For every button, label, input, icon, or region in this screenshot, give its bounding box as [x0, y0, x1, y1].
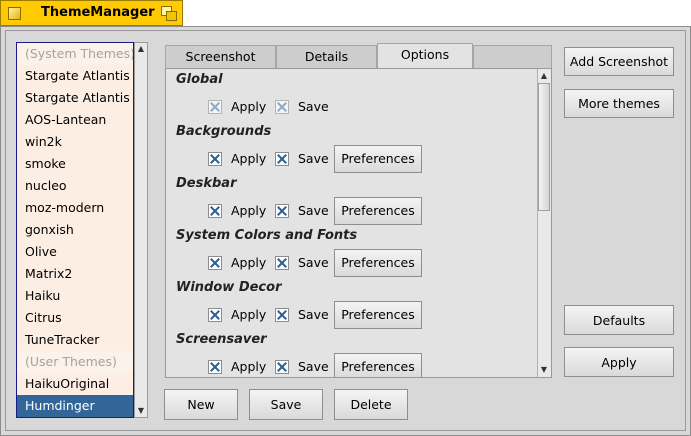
apply-checkbox[interactable]: [208, 204, 222, 218]
list-item[interactable]: Matrix2: [17, 263, 133, 285]
save-label: Save: [298, 99, 329, 114]
new-button[interactable]: New: [164, 389, 238, 420]
add-screenshot-button[interactable]: Add Screenshot: [564, 47, 674, 76]
apply-label: Apply: [231, 255, 267, 270]
section-title: Window Decor: [176, 280, 282, 295]
scroll-up-arrow-icon[interactable]: ▲: [135, 43, 147, 55]
preferences-button[interactable]: Preferences: [334, 301, 422, 329]
tab-details[interactable]: Details: [276, 45, 377, 69]
save-label: Save: [298, 203, 329, 218]
apply-label: Apply: [231, 203, 267, 218]
tab-bar-filler: [473, 45, 552, 69]
section-title: System Colors and Fonts: [176, 228, 358, 243]
list-item[interactable]: AOS-Lantean: [17, 109, 133, 131]
list-item[interactable]: moz-modern: [17, 197, 133, 219]
save-checkbox[interactable]: [275, 100, 289, 114]
preferences-button[interactable]: Preferences: [334, 353, 422, 377]
window-title-tab[interactable]: ThemeManager: [0, 0, 183, 26]
save-checkbox[interactable]: [275, 256, 289, 270]
save-label: Save: [298, 359, 329, 374]
list-item[interactable]: Stargate Atlantis: [17, 87, 133, 109]
save-checkbox[interactable]: [275, 308, 289, 322]
apply-label: Apply: [231, 99, 267, 114]
window-title: ThemeManager: [41, 5, 155, 20]
apply-label: Apply: [231, 307, 267, 322]
section-title: Global: [176, 72, 223, 87]
save-label: Save: [298, 307, 329, 322]
delete-button[interactable]: Delete: [334, 389, 408, 420]
tab-screenshot[interactable]: Screenshot: [165, 45, 276, 69]
list-item[interactable]: Haiku: [17, 285, 133, 307]
save-checkbox[interactable]: [275, 360, 289, 374]
section-title: Screensaver: [176, 332, 267, 347]
save-label: Save: [298, 151, 329, 166]
list-item[interactable]: Stargate Atlantis Ancient: [17, 65, 133, 87]
more-themes-button[interactable]: More themes: [564, 89, 674, 118]
list-item[interactable]: nucleo: [17, 175, 133, 197]
list-item[interactable]: smoke: [17, 153, 133, 175]
apply-theme-button[interactable]: Apply: [564, 347, 674, 377]
list-item[interactable]: Citrus: [17, 307, 133, 329]
theme-list[interactable]: (System Themes)Stargate Atlantis Ancient…: [16, 42, 134, 418]
save-label: Save: [298, 255, 329, 270]
apply-label: Apply: [231, 359, 267, 374]
list-item[interactable]: gonxish: [17, 219, 133, 241]
list-item[interactable]: HaikuOriginal: [17, 373, 133, 395]
list-group-header: (System Themes): [17, 43, 133, 65]
options-scroll-thumb[interactable]: [538, 83, 550, 211]
scroll-down-arrow-icon[interactable]: ▼: [135, 405, 147, 417]
list-item[interactable]: Humdinger: [17, 395, 133, 417]
preferences-button[interactable]: Preferences: [334, 145, 422, 173]
preferences-button[interactable]: Preferences: [334, 197, 422, 225]
apply-checkbox[interactable]: [208, 256, 222, 270]
defaults-button[interactable]: Defaults: [564, 305, 674, 335]
apply-checkbox[interactable]: [208, 360, 222, 374]
apply-checkbox[interactable]: [208, 152, 222, 166]
save-button[interactable]: Save: [249, 389, 323, 420]
apply-checkbox[interactable]: [208, 100, 222, 114]
save-checkbox[interactable]: [275, 204, 289, 218]
apply-checkbox[interactable]: [208, 308, 222, 322]
scroll-up-arrow-icon[interactable]: ▲: [538, 70, 550, 82]
tab-options[interactable]: Options: [377, 43, 473, 69]
save-checkbox[interactable]: [275, 152, 289, 166]
scroll-down-arrow-icon[interactable]: ▼: [538, 364, 550, 376]
list-group-header: (User Themes): [17, 351, 133, 373]
section-title: Backgrounds: [176, 124, 272, 139]
theme-list-scrollbar[interactable]: ▲ ▼: [134, 42, 148, 418]
apply-label: Apply: [231, 151, 267, 166]
preferences-button[interactable]: Preferences: [334, 249, 422, 277]
close-icon[interactable]: [8, 7, 21, 20]
list-item[interactable]: win2k: [17, 131, 133, 153]
section-title: Deskbar: [176, 176, 237, 191]
list-item[interactable]: Olive: [17, 241, 133, 263]
list-item[interactable]: TuneTracker: [17, 329, 133, 351]
zoom-icon[interactable]: [161, 6, 177, 21]
